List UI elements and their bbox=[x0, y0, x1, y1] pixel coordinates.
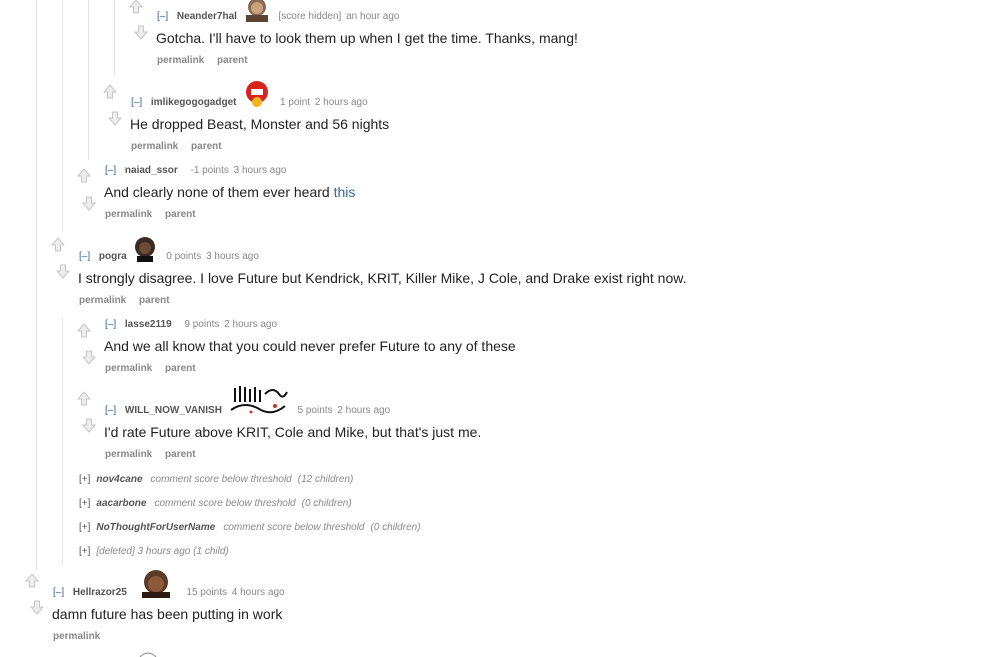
upvote-arrow-icon[interactable] bbox=[51, 237, 65, 252]
upvote-arrow-icon[interactable] bbox=[129, 0, 143, 14]
comment-score: 0 points bbox=[166, 251, 202, 262]
thread-line bbox=[62, 0, 63, 232]
comment-link[interactable]: this bbox=[334, 184, 356, 200]
comment-score: 1 point bbox=[280, 97, 311, 108]
comment-time: 4 hours ago bbox=[231, 587, 285, 598]
collapse-toggle[interactable]: [–] bbox=[105, 319, 116, 330]
upvote-arrow-icon[interactable] bbox=[25, 573, 39, 588]
collapsed-comment: [+] [deleted] 3 hours ago (1 child) bbox=[79, 546, 229, 557]
children-count: (12 children) bbox=[297, 474, 354, 485]
comment-score: -1 points bbox=[190, 165, 229, 176]
children-count: (0 children) bbox=[301, 498, 352, 509]
permalink-link[interactable]: permalink bbox=[105, 449, 152, 460]
downvote-arrow-icon[interactable] bbox=[82, 350, 96, 365]
comment-author[interactable]: Neander7hal bbox=[177, 11, 237, 22]
upvote-arrow-icon[interactable] bbox=[77, 168, 91, 183]
comment-score: 15 points bbox=[186, 587, 227, 598]
comment-author[interactable]: pogra bbox=[99, 251, 127, 262]
collapse-toggle[interactable]: [–] bbox=[79, 251, 90, 262]
upvote-arrow-icon[interactable] bbox=[103, 84, 117, 99]
expand-toggle[interactable]: [+] bbox=[79, 546, 90, 557]
thread-line bbox=[88, 0, 89, 160]
comment-text: And clearly none of them ever heard bbox=[104, 184, 334, 200]
downvote-arrow-icon[interactable] bbox=[30, 600, 44, 615]
comment-body: And clearly none of them ever heard this bbox=[104, 184, 355, 200]
comment-author[interactable]: imlikegogogadget bbox=[151, 97, 237, 108]
comment-body: I'd rate Future above KRIT, Cole and Mik… bbox=[104, 424, 482, 440]
comment-body: He dropped Beast, Monster and 56 nights bbox=[130, 116, 390, 132]
comment-author[interactable]: naiad_ssor bbox=[125, 165, 178, 176]
comment-score: 5 points bbox=[297, 405, 333, 416]
upvote-arrow-icon[interactable] bbox=[77, 323, 91, 338]
permalink-link[interactable]: permalink bbox=[131, 141, 178, 152]
comment-author[interactable]: Hellrazor25 bbox=[73, 587, 127, 598]
collapsed-comment: [+] aacarbone comment score below threshol… bbox=[79, 498, 352, 509]
collapsed-note: comment score below threshold bbox=[223, 522, 365, 533]
user-flair-avatar-icon bbox=[141, 570, 170, 598]
downvote-arrow-icon[interactable] bbox=[82, 418, 96, 433]
collapsed-note: comment score below threshold bbox=[150, 474, 292, 485]
parent-link[interactable]: parent bbox=[217, 55, 248, 66]
comment-author[interactable]: aacarbone bbox=[96, 498, 146, 509]
collapsed-comment: [+] NoThoughtForUserName comment score bel… bbox=[79, 522, 421, 533]
comment-body: Gotcha. I'll have to look them up when I… bbox=[156, 30, 578, 46]
parent-link[interactable]: parent bbox=[165, 209, 196, 220]
user-flair-avatar-icon bbox=[135, 237, 156, 262]
comment-score: 9 points bbox=[184, 319, 220, 330]
downvote-arrow-icon[interactable] bbox=[134, 25, 148, 40]
comment-score: [score hidden] bbox=[278, 11, 342, 22]
downvote-arrow-icon[interactable] bbox=[82, 196, 96, 211]
comment-time: 3 hours ago bbox=[233, 165, 287, 176]
downvote-arrow-icon[interactable] bbox=[108, 111, 122, 126]
collapse-toggle[interactable]: [–] bbox=[105, 405, 116, 416]
comment-time: an hour ago bbox=[346, 11, 400, 22]
comment-author[interactable]: WILL_NOW_VANISH bbox=[125, 405, 222, 416]
thread-line bbox=[36, 0, 37, 570]
collapse-toggle[interactable]: [–] bbox=[105, 165, 116, 176]
permalink-link[interactable]: permalink bbox=[53, 631, 100, 642]
expand-toggle[interactable]: [+] bbox=[79, 474, 90, 485]
comment-time: 3 hours ago bbox=[206, 251, 259, 262]
collapse-toggle[interactable]: [–] bbox=[157, 11, 168, 22]
permalink-link[interactable]: permalink bbox=[157, 55, 204, 66]
collapsed-note: comment score below threshold bbox=[154, 498, 296, 509]
thread-line bbox=[114, 0, 115, 76]
comment-body: And we all know that you could never pre… bbox=[104, 338, 516, 354]
user-flair-calligraphy-icon bbox=[230, 386, 288, 414]
parent-link[interactable]: parent bbox=[165, 449, 196, 460]
parent-link[interactable]: parent bbox=[165, 363, 196, 374]
permalink-link[interactable]: permalink bbox=[105, 363, 152, 374]
comment-time: 2 hours ago bbox=[337, 405, 391, 416]
partial-avatar-icon bbox=[139, 652, 157, 657]
comment-author[interactable]: lasse2119 bbox=[125, 319, 172, 330]
user-flair-avatar-icon bbox=[246, 81, 269, 107]
thread-line bbox=[62, 318, 63, 564]
comment-author[interactable]: nov4cane bbox=[96, 474, 142, 485]
comment-body: I strongly disagree. I love Future but K… bbox=[78, 270, 687, 286]
parent-link[interactable]: parent bbox=[191, 141, 222, 152]
downvote-arrow-icon[interactable] bbox=[56, 264, 70, 279]
expand-toggle[interactable]: [+] bbox=[79, 498, 90, 509]
upvote-arrow-icon[interactable] bbox=[77, 391, 91, 406]
parent-link[interactable]: parent bbox=[139, 295, 170, 306]
comment-time: 2 hours ago bbox=[224, 319, 278, 330]
comment-body: damn future has been putting in work bbox=[52, 606, 283, 622]
expand-toggle[interactable]: [+] bbox=[79, 522, 90, 533]
collapse-toggle[interactable]: [–] bbox=[53, 587, 64, 598]
permalink-link[interactable]: permalink bbox=[105, 209, 152, 220]
children-count: (0 children) bbox=[370, 522, 421, 533]
collapse-toggle[interactable]: [–] bbox=[131, 97, 142, 108]
comment-author[interactable]: NoThoughtForUserName bbox=[96, 522, 215, 533]
permalink-link[interactable]: permalink bbox=[79, 295, 126, 306]
deleted-comment-summary: [deleted] 3 hours ago (1 child) bbox=[96, 546, 229, 557]
comment-time: 2 hours ago bbox=[314, 97, 368, 108]
user-flair-avatar-icon bbox=[245, 0, 268, 22]
collapsed-comment: [+] nov4cane comment score below threshold… bbox=[79, 474, 353, 485]
